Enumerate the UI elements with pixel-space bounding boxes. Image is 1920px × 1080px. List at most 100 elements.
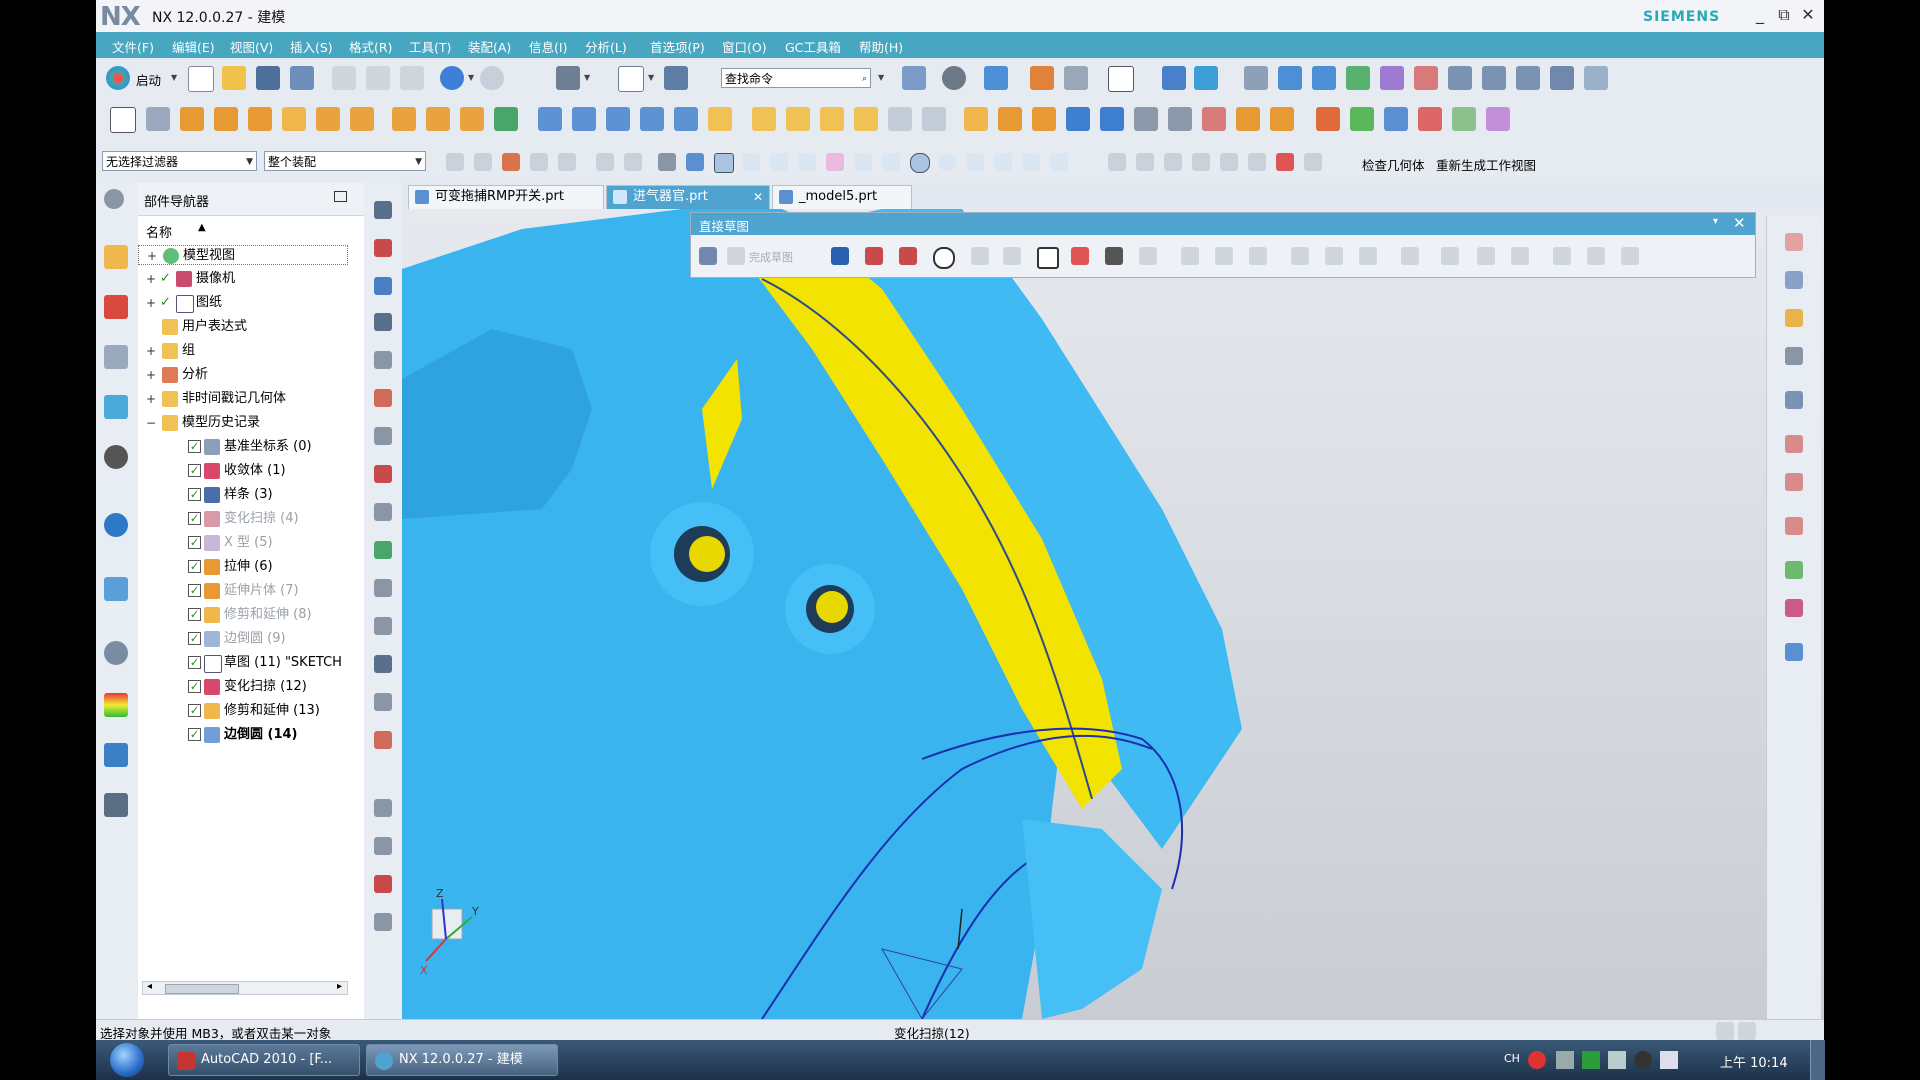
expand-icon[interactable]: + bbox=[146, 389, 156, 409]
quick-extend-icon[interactable] bbox=[1215, 247, 1233, 265]
surface-1-icon[interactable] bbox=[1244, 66, 1268, 90]
spline-tool-icon[interactable] bbox=[374, 313, 392, 331]
tool-2-icon[interactable] bbox=[1136, 153, 1154, 171]
check-geometry-button[interactable]: 检查几何体 bbox=[1362, 155, 1425, 174]
sketch-icon[interactable] bbox=[110, 107, 136, 133]
wcs-dynamic-icon[interactable] bbox=[1194, 66, 1218, 90]
menu-preferences[interactable]: 首选项(P) bbox=[650, 37, 705, 56]
status-icon-1[interactable] bbox=[1716, 1022, 1734, 1040]
feature-7-icon[interactable] bbox=[964, 107, 988, 131]
line-tool-icon[interactable] bbox=[865, 247, 883, 265]
menu-format[interactable]: 格式(R) bbox=[349, 37, 392, 56]
feature-14-icon[interactable] bbox=[1202, 107, 1226, 131]
selection-filter-select[interactable]: 无选择过滤器 ▼ bbox=[102, 151, 257, 171]
menu-help[interactable]: 帮助(H) bbox=[859, 37, 903, 56]
tree-item-model-views[interactable]: + 模型视图 bbox=[138, 245, 348, 265]
feature-13-icon[interactable] bbox=[1168, 107, 1192, 131]
tool-4-icon[interactable] bbox=[1192, 153, 1210, 171]
taskbar-autocad[interactable]: AutoCAD 2010 - [F... bbox=[168, 1044, 360, 1076]
expand-icon[interactable]: + bbox=[146, 269, 156, 289]
snap-12-icon[interactable] bbox=[1022, 153, 1040, 171]
expand-icon[interactable]: + bbox=[146, 365, 156, 385]
snap-7-icon[interactable] bbox=[882, 153, 900, 171]
rectangle-tool-icon[interactable] bbox=[1037, 247, 1059, 269]
restore-button[interactable]: ⧉ bbox=[1771, 4, 1797, 26]
assembly-scope-select[interactable]: 整个装配 ▼ bbox=[264, 151, 426, 171]
feature-checkbox[interactable]: ✓ bbox=[188, 440, 201, 453]
tool-8-icon[interactable] bbox=[1304, 153, 1322, 171]
close-tab-icon[interactable]: ✕ bbox=[753, 186, 763, 208]
filter-5-icon[interactable] bbox=[558, 153, 576, 171]
filter-2-icon[interactable] bbox=[474, 153, 492, 171]
model-render[interactable]: X Y Z bbox=[402, 209, 1824, 1019]
datum-icon[interactable] bbox=[146, 107, 170, 131]
search-icon[interactable]: ⌕ bbox=[862, 69, 867, 89]
start-label[interactable]: 启动 bbox=[136, 70, 161, 89]
column-header-name[interactable]: 名称 ▲ bbox=[138, 219, 348, 241]
feature-checkbox[interactable]: ✓ bbox=[188, 584, 201, 597]
shell-icon[interactable] bbox=[316, 107, 340, 131]
menu-assembly[interactable]: 装配(A) bbox=[468, 37, 511, 56]
navigator-horizontal-scrollbar[interactable]: ◂ ▸ bbox=[142, 981, 348, 995]
menu-analysis[interactable]: 分析(L) bbox=[585, 37, 627, 56]
feature-12-icon[interactable] bbox=[1134, 107, 1158, 131]
filter-7-icon[interactable] bbox=[624, 153, 642, 171]
menu-info[interactable]: 信息(I) bbox=[529, 37, 567, 56]
tab-rmp-switch[interactable]: 可变拖捕RMP开关.prt bbox=[408, 185, 604, 209]
dock-tool-1-icon[interactable] bbox=[1785, 233, 1803, 251]
finish-sketch-icon[interactable] bbox=[727, 247, 745, 265]
surface-4-icon[interactable] bbox=[1346, 66, 1370, 90]
menu-tools[interactable]: 工具(T) bbox=[409, 37, 451, 56]
save-icon[interactable] bbox=[256, 66, 280, 90]
feature-checkbox[interactable]: ✓ bbox=[188, 512, 201, 525]
replace-face-icon[interactable] bbox=[674, 107, 698, 131]
snap-1-icon[interactable] bbox=[714, 153, 734, 173]
extract-curve-icon[interactable] bbox=[374, 541, 392, 559]
panel-options-icon[interactable]: ▾ bbox=[1713, 216, 1718, 227]
feature-8-icon[interactable] bbox=[998, 107, 1022, 131]
menu-file[interactable]: 文件(F) bbox=[112, 37, 154, 56]
dock-tool-4-icon[interactable] bbox=[1785, 347, 1803, 365]
feature-10-icon[interactable] bbox=[1066, 107, 1090, 131]
edit-curve-icon[interactable] bbox=[374, 799, 392, 817]
finish-sketch-label[interactable]: 完成草图 bbox=[749, 249, 793, 265]
dock-tool-5-icon[interactable] bbox=[1785, 391, 1803, 409]
maximize-panel-icon[interactable] bbox=[334, 191, 347, 202]
command-search-input[interactable]: 查找命令 ⌕ bbox=[721, 68, 871, 88]
orient-view-icon[interactable] bbox=[1030, 66, 1054, 90]
feature-checkbox[interactable]: ✓ bbox=[188, 728, 201, 741]
extrude-icon[interactable] bbox=[180, 107, 204, 131]
snap-6-icon[interactable] bbox=[854, 153, 872, 171]
direct-sketch-header[interactable]: 直接草图 ▾ ✕ bbox=[691, 213, 1755, 235]
system-materials-icon[interactable] bbox=[104, 577, 128, 601]
tray-qq-icon[interactable] bbox=[1634, 1051, 1652, 1069]
palette-icon[interactable] bbox=[104, 693, 128, 717]
feature-15-icon[interactable] bbox=[1236, 107, 1260, 131]
feature-11-icon[interactable] bbox=[1100, 107, 1124, 131]
feature-4-icon[interactable] bbox=[854, 107, 878, 131]
status-icon-2[interactable] bbox=[1738, 1022, 1756, 1040]
revolve-icon[interactable] bbox=[214, 107, 238, 131]
quick-trim-icon[interactable] bbox=[1181, 247, 1199, 265]
surface-7-icon[interactable] bbox=[1448, 66, 1472, 90]
taskbar-nx[interactable]: NX 12.0.0.27 - 建模 bbox=[366, 1044, 558, 1076]
filter-9-icon[interactable] bbox=[686, 153, 704, 171]
analysis-4-icon[interactable] bbox=[1418, 107, 1442, 131]
polygon-tool-icon[interactable] bbox=[1139, 247, 1157, 265]
feature-16-icon[interactable] bbox=[1270, 107, 1294, 131]
delete-face-icon[interactable] bbox=[640, 107, 664, 131]
snap-5-icon[interactable] bbox=[826, 153, 844, 171]
auto-constrain-icon[interactable] bbox=[1511, 247, 1529, 265]
history-icon[interactable] bbox=[104, 513, 128, 537]
surface-5-icon[interactable] bbox=[1380, 66, 1404, 90]
clock-icon[interactable] bbox=[104, 641, 128, 665]
filter-6-icon[interactable] bbox=[596, 153, 614, 171]
surface-9-icon[interactable] bbox=[1516, 66, 1540, 90]
new-file-icon[interactable] bbox=[188, 66, 214, 92]
feature-checkbox[interactable]: ✓ bbox=[188, 704, 201, 717]
sketch-new-icon[interactable] bbox=[699, 247, 717, 265]
tool-6-icon[interactable] bbox=[1248, 153, 1266, 171]
mirror-tool-icon[interactable] bbox=[1325, 247, 1343, 265]
sketch-settings-icon[interactable] bbox=[1553, 247, 1571, 265]
paste-icon[interactable] bbox=[400, 66, 424, 90]
